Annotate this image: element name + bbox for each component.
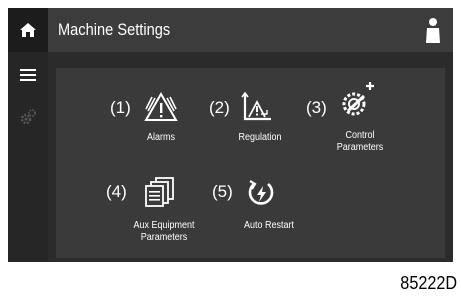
alarms-tile[interactable]: (1) Alarms: [110, 92, 200, 152]
alarms-label: Alarms: [146, 132, 176, 143]
hamburger-menu-icon: [20, 69, 36, 81]
control-parameters-tile[interactable]: (3) Control Parameters: [306, 82, 396, 162]
auto-restart-tile[interactable]: (5) Auto Restart: [212, 176, 308, 236]
alarm-warning-icon: [144, 92, 178, 121]
tile-number: (5): [212, 182, 233, 201]
user-icon[interactable]: [423, 16, 443, 44]
menu-button[interactable]: [8, 60, 48, 90]
machine-settings-screen: Machine Settings (1) Alarms (2) Regulati…: [8, 8, 453, 262]
tile-number: (4): [106, 182, 127, 201]
sidebar: [8, 8, 48, 262]
control-parameters-label: Control Parameters: [336, 130, 384, 153]
tile-number: (2): [209, 98, 230, 117]
gears-icon: [20, 109, 36, 125]
regulation-tile[interactable]: (2) Regulation: [209, 92, 305, 152]
regulation-label: Regulation: [238, 132, 282, 143]
auto-restart-power-icon: [248, 180, 274, 205]
regulation-chart-icon: [241, 92, 271, 121]
aux-equipment-list-icon: [145, 177, 174, 207]
aux-equipment-parameters-tile[interactable]: (4) Aux Equipment Parameters: [106, 176, 210, 256]
figure-reference: 85222D: [400, 273, 457, 293]
tile-number: (3): [306, 98, 327, 117]
settings-button[interactable]: [8, 102, 48, 132]
home-button[interactable]: [8, 8, 48, 52]
auto-restart-label: Auto Restart: [243, 220, 295, 231]
page-title: Machine Settings: [58, 20, 171, 39]
control-gear-plus-icon: [342, 82, 374, 116]
settings-panel: (1) Alarms (2) Regulation (3) Control Pa…: [56, 68, 445, 258]
tile-number: (1): [110, 98, 131, 117]
header-bar: Machine Settings: [48, 8, 453, 52]
home-icon: [20, 23, 36, 37]
aux-equipment-parameters-label: Aux Equipment Parameters: [133, 220, 195, 243]
